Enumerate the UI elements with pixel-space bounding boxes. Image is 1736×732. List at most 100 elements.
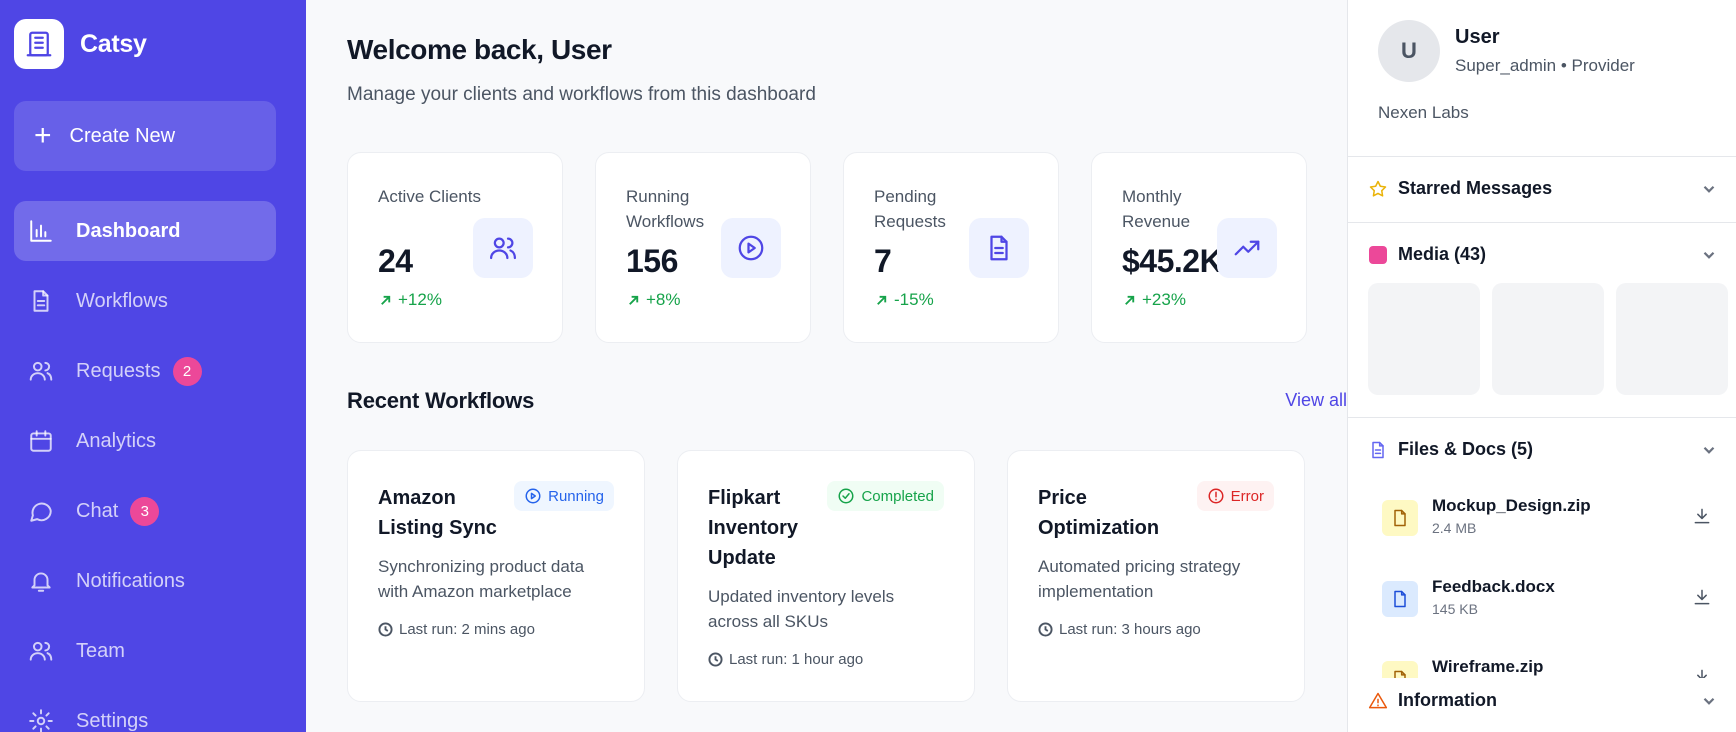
sidebar-item-settings[interactable]: Settings	[14, 691, 276, 732]
chat-icon	[30, 502, 52, 522]
stat-card-running-workflows[interactable]: Running Workflows 156 +8%	[595, 152, 811, 343]
page-title: Welcome back, User	[347, 34, 612, 65]
gear-icon	[29, 709, 53, 732]
clock-icon	[1038, 622, 1053, 637]
stat-label: Active Clients	[378, 187, 481, 206]
stat-value: 156	[626, 243, 678, 279]
media-thumbnail[interactable]	[1616, 283, 1728, 395]
status-badge: Completed	[827, 481, 944, 511]
file-item[interactable]: Wireframe.zip	[1382, 657, 1712, 678]
file-name: Feedback.docx	[1432, 577, 1555, 596]
arrow-up-right-icon	[629, 295, 639, 305]
sidebar-item-label: Chat	[76, 499, 119, 522]
stat-change: +23%	[1122, 290, 1186, 310]
logo-icon	[14, 19, 64, 69]
status-label: Running	[548, 487, 604, 505]
stat-change: +8%	[626, 290, 681, 310]
brand[interactable]: Catsy	[14, 19, 147, 69]
last-run-text: Last run: 3 hours ago	[1059, 621, 1201, 638]
divider	[1348, 156, 1736, 157]
file-item[interactable]: Mockup_Design.zip 2.4 MB	[1382, 496, 1712, 550]
starred-messages-header[interactable]: Starred Messages	[1368, 178, 1718, 199]
workflow-cards: Amazon Listing Sync Running Synchronizin…	[347, 450, 1305, 702]
plus-icon: +	[34, 119, 52, 152]
media-thumbnail[interactable]	[1368, 283, 1480, 395]
sidebar-item-dashboard[interactable]: Dashboard	[14, 201, 276, 261]
section-label: Information	[1398, 690, 1497, 710]
files-docs-header[interactable]: Files & Docs (5)	[1368, 439, 1718, 460]
page-subtitle: Manage your clients and workflows from t…	[347, 84, 816, 105]
warning-icon	[1368, 691, 1388, 711]
workflow-description: Automated pricing strategy implementatio…	[1038, 557, 1241, 601]
chevron-down-icon[interactable]	[1700, 180, 1718, 198]
arrow-up-right-icon	[1125, 295, 1135, 305]
stat-change: +12%	[378, 290, 442, 310]
media-thumbnail[interactable]	[1492, 283, 1604, 395]
sidebar-nav: Dashboard Workflows Requests 2 Analytics…	[14, 201, 276, 732]
workflow-card[interactable]: Price Optimization Error Automated prici…	[1007, 450, 1305, 702]
main-content: Welcome back, User Manage your clients a…	[306, 0, 1347, 732]
status-label: Error	[1230, 487, 1264, 505]
play-circle-icon	[721, 218, 781, 278]
users-icon	[473, 218, 533, 278]
create-new-button[interactable]: + Create New	[14, 101, 276, 171]
view-all-link[interactable]: View all	[1285, 390, 1347, 411]
stat-card-pending-requests[interactable]: Pending Requests 7 -15%	[843, 152, 1059, 343]
download-icon[interactable]	[1692, 587, 1712, 607]
file-size: 2.4 MB	[1432, 520, 1477, 536]
sidebar-item-analytics[interactable]: Analytics	[14, 411, 276, 471]
file-icon	[1382, 500, 1418, 536]
play-circle-icon	[525, 488, 541, 504]
file-list: Mockup_Design.zip 2.4 MB Feedback.docx 1…	[1348, 480, 1736, 678]
profile-panel: U User Super_admin • Provider Nexen Labs…	[1347, 0, 1736, 732]
workflow-last-run: Last run: 2 mins ago	[378, 621, 535, 638]
sidebar-item-team[interactable]: Team	[14, 621, 276, 681]
workflow-title: Flipkart Inventory Update	[708, 487, 799, 569]
download-icon[interactable]	[1692, 506, 1712, 526]
sidebar-item-workflows[interactable]: Workflows	[14, 271, 276, 331]
view-all-wrapper: View all	[347, 390, 1347, 411]
media-grid	[1368, 283, 1728, 395]
trending-up-icon	[1217, 218, 1277, 278]
sidebar-item-requests[interactable]: Requests 2	[14, 341, 276, 401]
document-icon	[33, 290, 49, 312]
status-badge: Running	[514, 481, 614, 511]
workflow-card[interactable]: Amazon Listing Sync Running Synchronizin…	[347, 450, 645, 702]
information-header[interactable]: Information	[1368, 690, 1718, 711]
workflow-last-run: Last run: 3 hours ago	[1038, 621, 1201, 638]
file-icon	[1382, 661, 1418, 678]
stat-value: 7	[874, 243, 892, 279]
bar-chart-icon	[30, 220, 52, 242]
sidebar-item-notifications[interactable]: Notifications	[14, 551, 276, 611]
chat-count-badge: 3	[130, 496, 160, 526]
stat-card-monthly-revenue[interactable]: Monthly Revenue $45.2K +23%	[1091, 152, 1307, 343]
stat-card-active-clients[interactable]: Active Clients 24 +12%	[347, 152, 563, 343]
sidebar-item-label: Workflows	[76, 289, 168, 312]
bell-icon	[31, 572, 51, 592]
document-icon	[969, 218, 1029, 278]
section-label: Media (43)	[1398, 244, 1487, 264]
sidebar-item-label: Analytics	[76, 429, 157, 452]
clock-icon	[378, 622, 393, 637]
stat-value: 24	[378, 243, 413, 279]
media-header[interactable]: Media (43)	[1368, 244, 1718, 265]
requests-count-badge: 2	[172, 356, 202, 386]
sidebar-item-label: Requests	[76, 359, 161, 382]
sidebar-item-label: Dashboard	[76, 219, 181, 242]
chevron-down-icon[interactable]	[1700, 692, 1718, 710]
sidebar-item-chat[interactable]: Chat 3	[14, 481, 276, 541]
alert-circle-icon	[1208, 488, 1224, 504]
avatar[interactable]: U	[1378, 20, 1440, 82]
workflow-description: Synchronizing product data with Amazon m…	[378, 557, 585, 601]
chevron-down-icon[interactable]	[1700, 441, 1718, 459]
section-label: Files & Docs (5)	[1398, 439, 1534, 459]
star-icon	[1368, 179, 1388, 199]
arrow-up-right-icon	[877, 295, 887, 305]
download-icon[interactable]	[1692, 667, 1712, 678]
users-icon	[29, 641, 53, 661]
workflow-card[interactable]: Flipkart Inventory Update Completed Upda…	[677, 450, 975, 702]
chevron-down-icon[interactable]	[1700, 246, 1718, 264]
file-item[interactable]: Feedback.docx 145 KB	[1382, 577, 1712, 631]
profile-role: Super_admin • Provider	[1455, 56, 1635, 75]
sidebar: Catsy + Create New Dashboard Workflows R…	[0, 0, 306, 732]
